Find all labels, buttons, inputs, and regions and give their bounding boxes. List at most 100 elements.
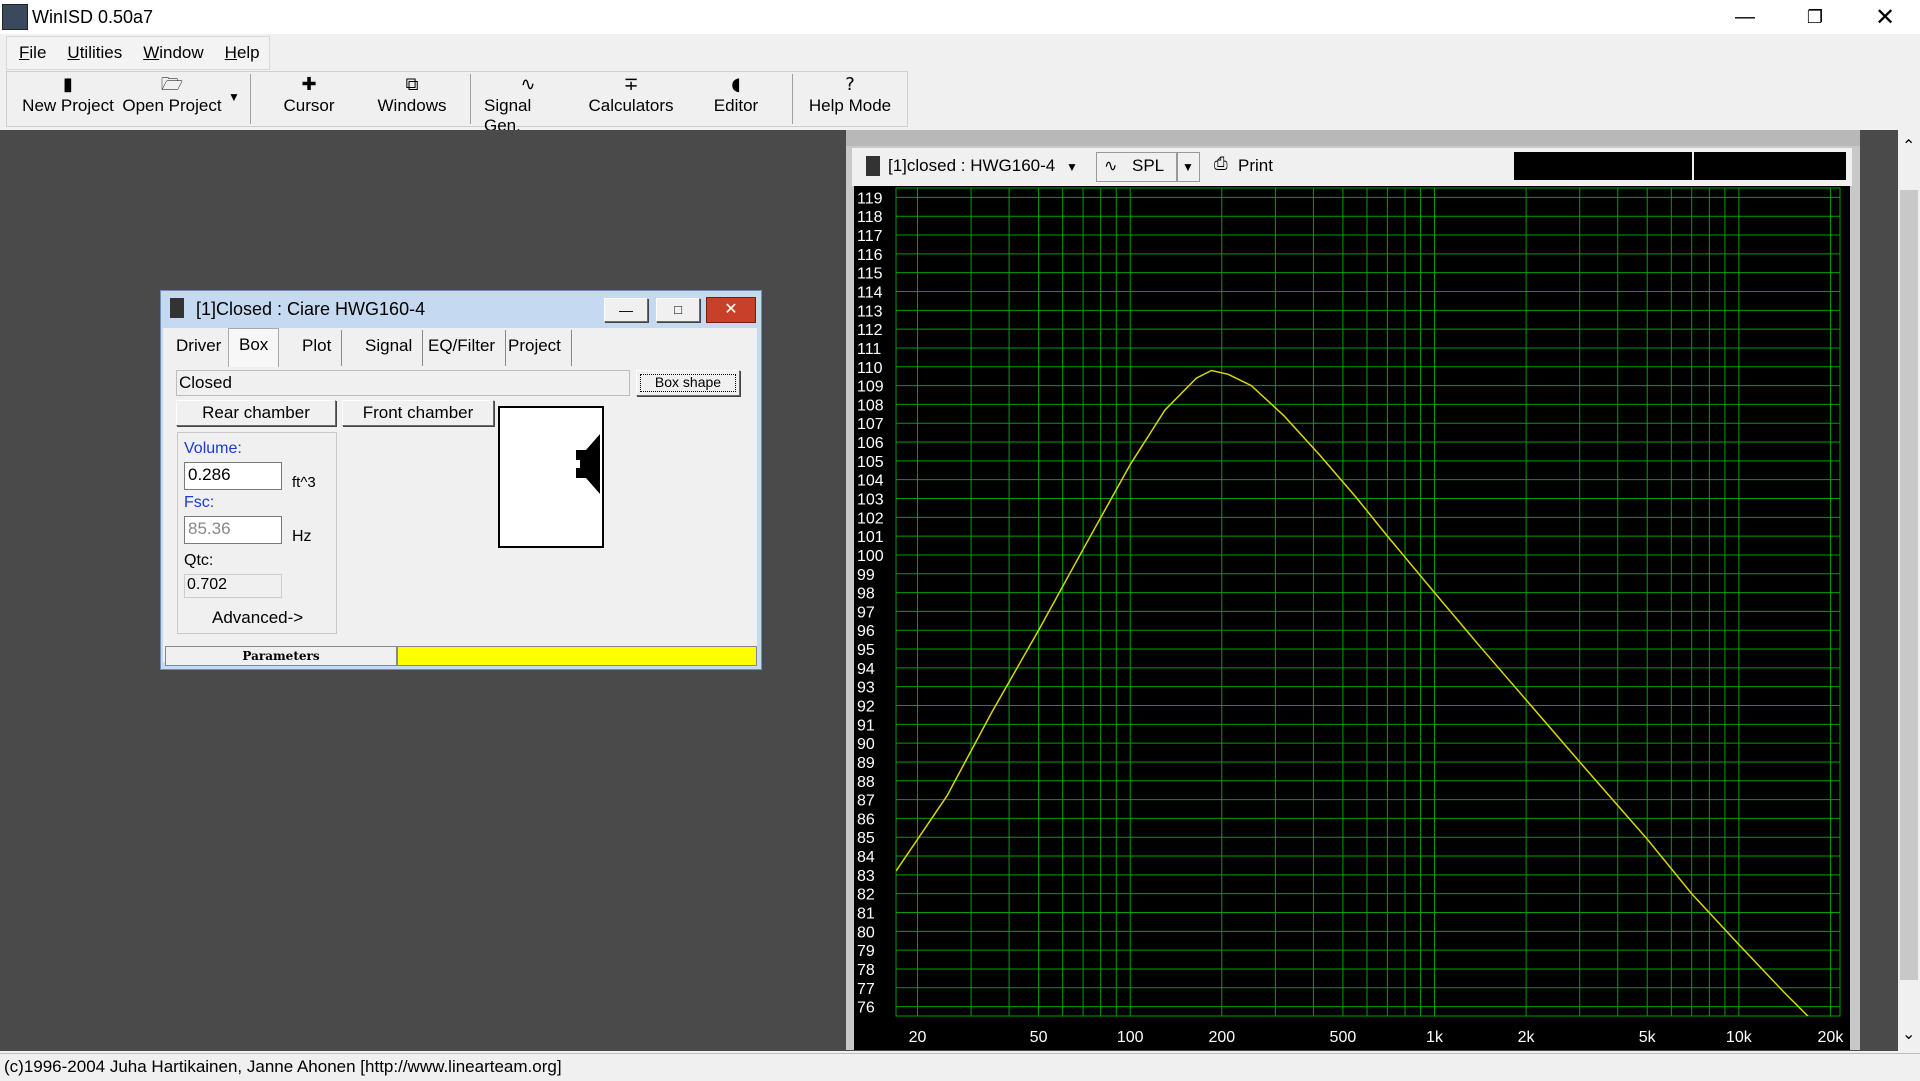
menu-window[interactable]: Window: [131, 37, 212, 69]
open-project-button[interactable]: 🗁 Open Project: [120, 74, 224, 124]
menu-utilities-label: tilities: [79, 43, 123, 62]
plot-window-titlebar: [846, 130, 1860, 146]
help-mode-label: Help Mode: [808, 96, 892, 115]
parameters-indicator: [397, 646, 757, 666]
y-tick-label: 119: [857, 190, 883, 207]
fsc-input[interactable]: 85.36: [184, 516, 282, 544]
y-tick-label: 80: [857, 924, 875, 941]
tab-eq-filter[interactable]: EQ/Filter: [418, 330, 507, 366]
menu-file-accel: F: [19, 43, 30, 62]
y-tick-label: 117: [857, 228, 883, 245]
close-icon: ✕: [724, 301, 738, 318]
x-tick-label: 1k: [1426, 1029, 1444, 1046]
rear-chamber-button[interactable]: Rear chamber: [176, 400, 336, 426]
box-shape-button[interactable]: Box shape: [636, 370, 740, 396]
y-tick-label: 89: [857, 755, 875, 772]
tab-plot[interactable]: Plot: [292, 330, 343, 366]
y-tick-label: 82: [857, 887, 875, 904]
cursor-readout-1: [1514, 152, 1692, 180]
tab-box[interactable]: Box: [228, 328, 280, 367]
scroll-down-icon[interactable]: ⌄: [1902, 1024, 1915, 1044]
y-tick-label: 96: [857, 623, 875, 640]
x-tick-label: 50: [1030, 1029, 1048, 1046]
calculators-button[interactable]: ∓ Calculators: [588, 74, 674, 124]
y-tick-label: 116: [857, 247, 883, 264]
project-window-title: [1]Closed : Ciare HWG160-4: [196, 299, 426, 319]
x-tick-label: 20: [909, 1029, 927, 1046]
y-tick-label: 83: [857, 868, 875, 885]
new-project-button[interactable]: ▮ New Project: [20, 74, 116, 124]
spl-curve: [896, 369, 1809, 1016]
new-project-label: New Project: [22, 96, 114, 115]
speaker-icon: ◖: [731, 74, 741, 95]
minimize-icon: —: [1735, 5, 1755, 28]
volume-input[interactable]: 0.286: [184, 462, 282, 490]
front-chamber-button[interactable]: Front chamber: [342, 400, 494, 426]
print-icon[interactable]: ⎙: [1214, 154, 1228, 174]
x-tick-label: 200: [1208, 1029, 1235, 1046]
y-tick-label: 92: [857, 699, 875, 716]
tab-project[interactable]: Project: [498, 330, 572, 366]
project-icon: [866, 156, 880, 176]
menu-utilities[interactable]: Utilities: [55, 37, 131, 69]
tab-driver[interactable]: Driver: [166, 330, 233, 366]
y-tick-label: 95: [857, 642, 875, 659]
project-dropdown-icon[interactable]: ▼: [1066, 160, 1078, 174]
y-tick-label: 85: [857, 830, 875, 847]
advanced-button[interactable]: Advanced->: [212, 608, 303, 628]
minimize-button[interactable]: —: [1710, 0, 1780, 34]
print-button[interactable]: Print: [1238, 156, 1273, 176]
y-tick-label: 94: [857, 661, 875, 678]
y-tick-label: 102: [857, 510, 884, 527]
child-close-button[interactable]: ✕: [706, 297, 756, 323]
toolbar-separator: [792, 74, 793, 124]
menu-file[interactable]: File: [7, 37, 55, 69]
y-tick-label: 109: [857, 379, 884, 396]
open-project-dropdown-icon[interactable]: ▼: [228, 90, 240, 104]
menu-bar: [0, 34, 1920, 70]
child-minimize-button[interactable]: —: [604, 298, 648, 322]
y-tick-label: 104: [857, 473, 884, 490]
sine-wave-icon: ∿: [1104, 156, 1118, 175]
folder-icon: 🗁: [160, 74, 184, 95]
graph-dropdown-icon[interactable]: ▼: [1176, 152, 1200, 182]
x-tick-label: 100: [1117, 1029, 1144, 1046]
project-select[interactable]: [1]closed : HWG160-4: [888, 156, 1055, 176]
signal-gen-button[interactable]: ∿ Signal Gen.: [484, 74, 572, 135]
spl-chart[interactable]: 76 77 78 79 8081 82 83 84 85 8687 88 89 90 9192 93 94 95…: [854, 186, 1850, 1050]
y-tick-label: 91: [857, 717, 875, 734]
menu-help-label: elp: [236, 43, 260, 62]
box-type-field[interactable]: Closed: [176, 370, 630, 396]
graph-select-label: SPL: [1132, 156, 1165, 175]
child-maximize-button[interactable]: □: [656, 298, 700, 322]
y-tick-label: 113: [857, 303, 883, 320]
cursor-button[interactable]: ✚ Cursor: [272, 74, 346, 124]
y-tick-label: 77: [857, 981, 875, 998]
cursor-readout-2: [1694, 152, 1846, 180]
scroll-up-icon[interactable]: ⌃: [1902, 136, 1915, 156]
x-tick-label: 5k: [1639, 1029, 1657, 1046]
y-tick-label: 111: [857, 341, 881, 358]
y-tick-label: 87: [857, 793, 875, 810]
y-tick-label: 86: [857, 811, 875, 828]
y-tick-label: 115: [857, 266, 883, 283]
tab-signal[interactable]: Signal: [355, 330, 424, 366]
parameters-status: Parameters: [165, 646, 397, 666]
qtc-label: Qtc:: [184, 552, 214, 569]
y-tick-label: 97: [857, 604, 875, 621]
calculator-icon: ∓: [623, 74, 639, 95]
app-icon: [2, 4, 28, 30]
help-mode-button[interactable]: ? Help Mode: [808, 74, 892, 124]
close-button[interactable]: ✕: [1850, 0, 1920, 34]
y-tick-label: 100: [857, 548, 884, 565]
menu-help[interactable]: Help: [213, 37, 269, 69]
close-icon: ✕: [1874, 3, 1896, 31]
woofer-icon: [574, 434, 600, 494]
editor-button[interactable]: ◖ Editor: [704, 74, 768, 124]
y-tick-label: 99: [857, 567, 875, 584]
restore-button[interactable]: ❐: [1780, 0, 1850, 34]
y-tick-label: 101: [857, 529, 884, 546]
scrollbar-thumb[interactable]: [1900, 190, 1918, 980]
windows-button[interactable]: ⧉ Windows: [372, 74, 452, 124]
y-tick-label: 105: [857, 454, 884, 471]
